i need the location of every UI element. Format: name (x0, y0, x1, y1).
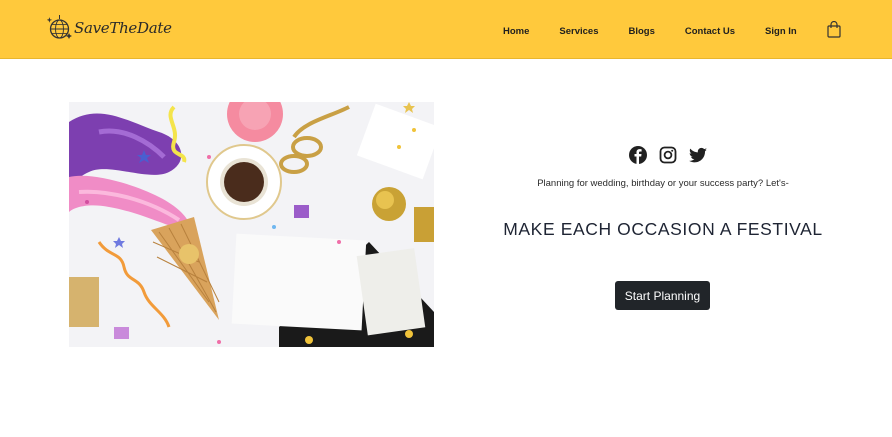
party-flatlay-image (69, 102, 434, 347)
top-navbar: SaveTheDate Home Services Blogs Contact … (0, 0, 892, 59)
hero-headline: MAKE EACH OCCASION A FESTIVAL (503, 219, 823, 239)
nav-link-contact-us[interactable]: Contact Us (685, 26, 735, 37)
instagram-icon[interactable] (658, 145, 678, 165)
nav-menu: Home Services Blogs Contact Us Sign In (503, 24, 797, 38)
social-links (628, 145, 708, 165)
nav-link-services[interactable]: Services (559, 26, 598, 37)
twitter-icon[interactable] (688, 145, 708, 165)
brand-name: SaveTheDate (74, 19, 172, 37)
facebook-icon[interactable] (628, 145, 648, 165)
nav-link-home[interactable]: Home (503, 26, 529, 37)
hero-tagline: Planning for wedding, birthday or your s… (537, 178, 789, 189)
shopping-bag-icon[interactable] (827, 21, 841, 38)
start-planning-button[interactable]: Start Planning (615, 281, 710, 310)
disco-ball-icon (47, 15, 72, 39)
nav-link-sign-in[interactable]: Sign In (765, 26, 797, 37)
nav-link-blogs[interactable]: Blogs (629, 26, 655, 37)
brand-logo[interactable]: SaveTheDate (47, 14, 172, 42)
